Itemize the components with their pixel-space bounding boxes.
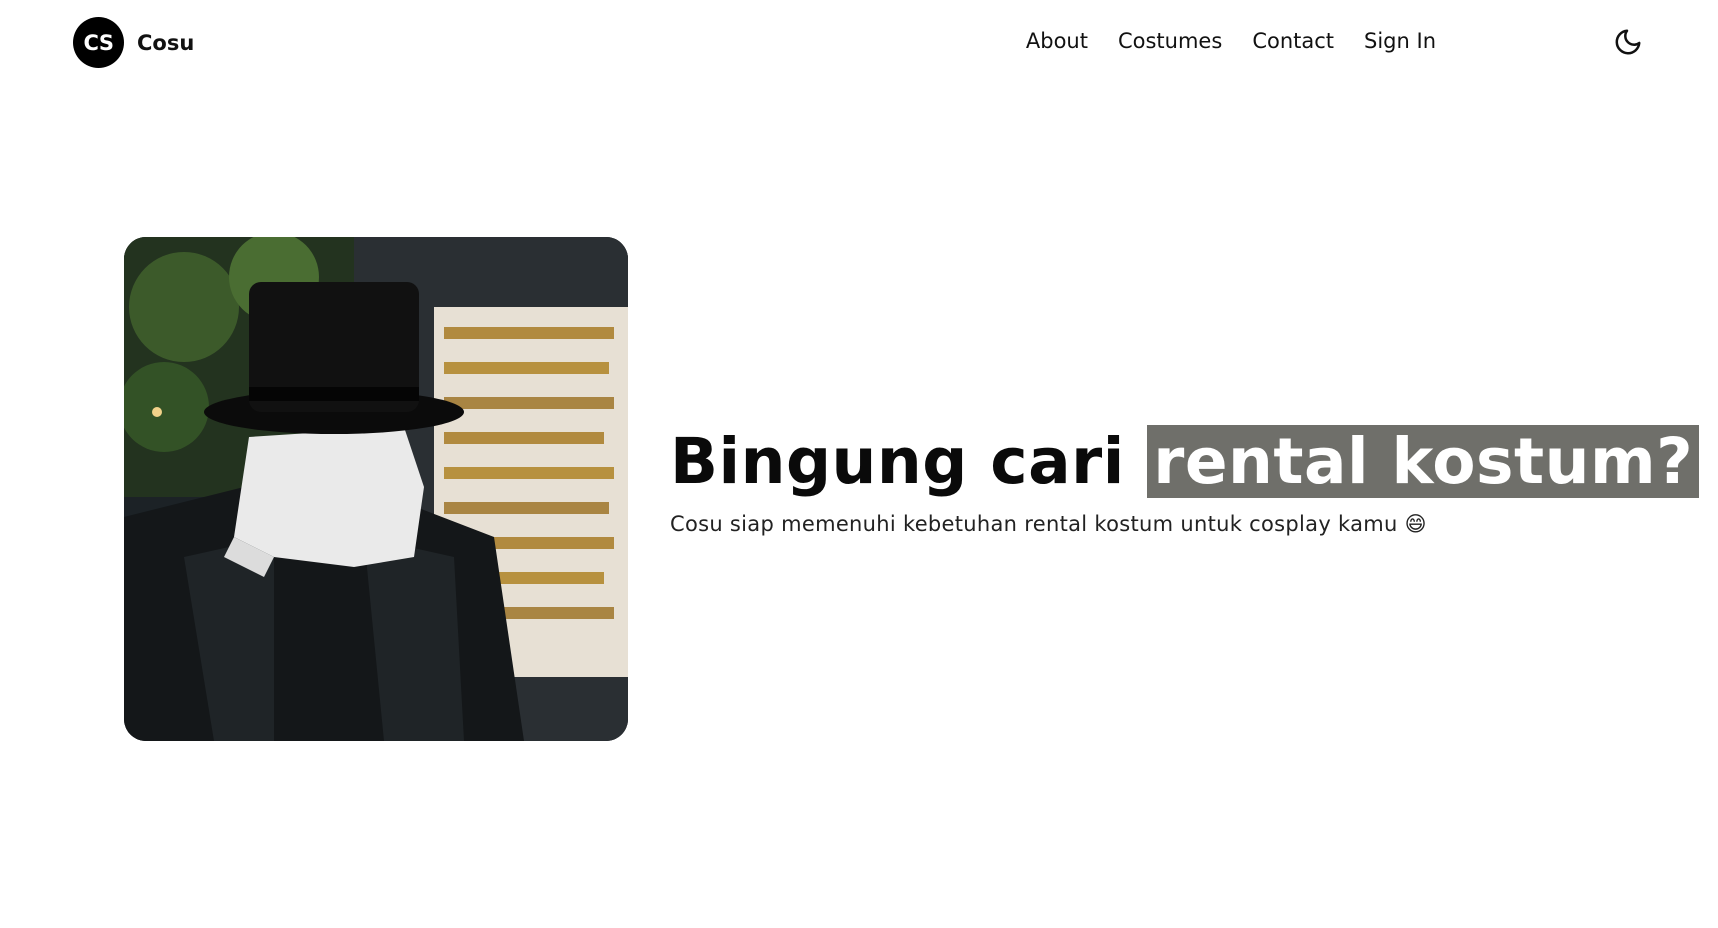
hero-subtitle: Cosu siap memenuhi kebetuhan rental kost… [670,512,1427,536]
headline-highlight: rental kostum? [1147,425,1700,498]
brand-logo: CS [73,17,124,68]
nav-signin-link[interactable]: Sign In [1364,29,1436,53]
nav-contact-link[interactable]: Contact [1252,29,1334,53]
moon-icon [1615,29,1641,55]
navbar: CS Cosu About Costumes Contact Sign In [0,0,1718,84]
hero-image [124,237,628,741]
nav-costumes-link[interactable]: Costumes [1118,29,1222,53]
nav-about-link[interactable]: About [1026,29,1088,53]
hero-text: Bingung cari rental kostum? Cosu siap me… [670,424,1700,536]
brand-link[interactable]: CS Cosu [73,17,194,68]
nav-links: About Costumes Contact Sign In [1026,29,1436,53]
brand-name: Cosu [137,30,195,55]
headline-plain: Bingung cari [670,425,1148,498]
hero-headline: Bingung cari rental kostum? [670,424,1700,500]
costume-photo [124,237,628,741]
theme-toggle-button[interactable] [1613,27,1643,57]
